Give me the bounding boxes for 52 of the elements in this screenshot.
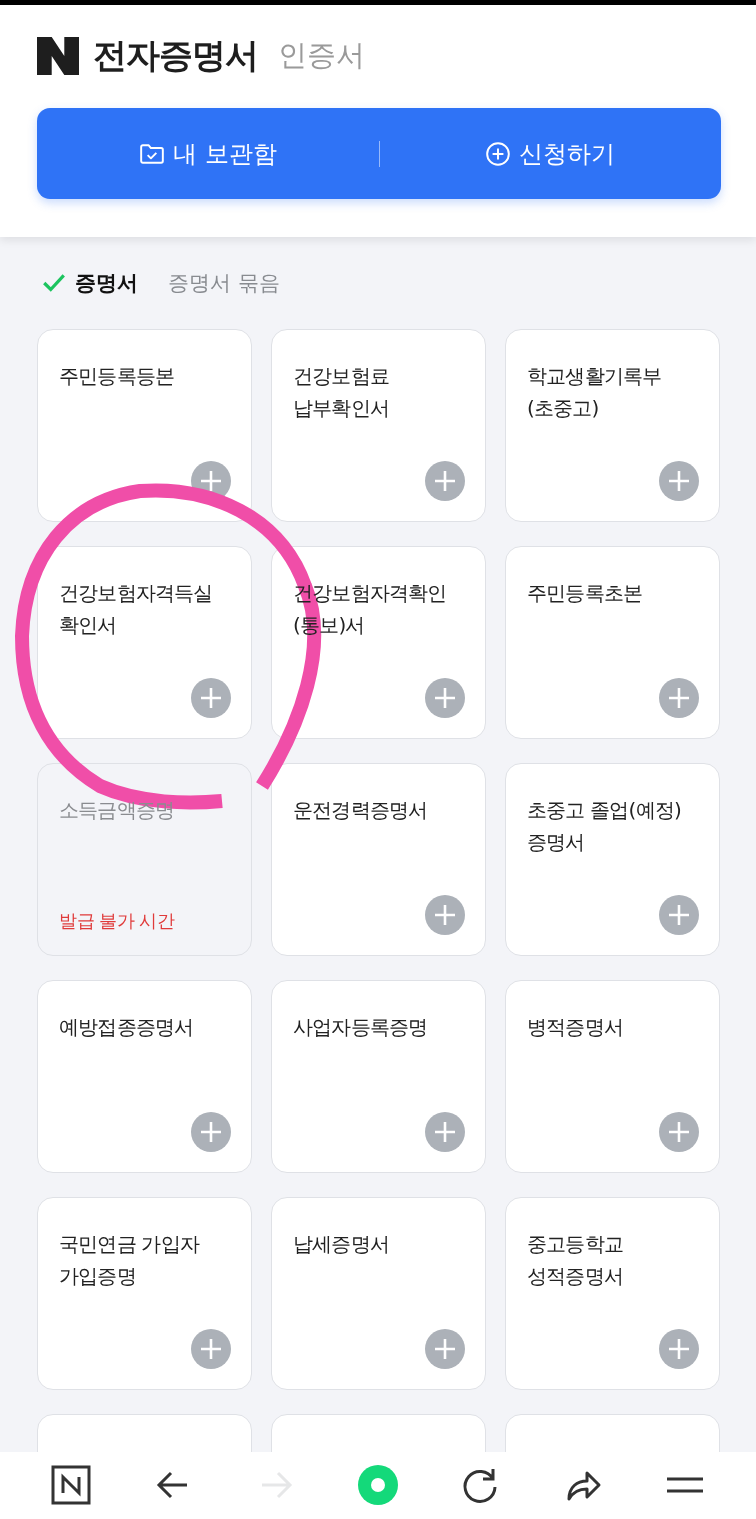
add-icon[interactable]: [659, 678, 699, 718]
certificate-card[interactable]: 중고등학교 성적증명서: [505, 1197, 720, 1390]
certificate-card[interactable]: 초중고 졸업(예정) 증명서: [505, 763, 720, 956]
add-icon[interactable]: [659, 1329, 699, 1369]
certificate-card[interactable]: 건강보험자격득실 확인서: [37, 546, 252, 739]
card-title: 건강보험자격득실 확인서: [59, 580, 214, 639]
card-title: 주민등록초본: [527, 580, 644, 607]
circle-nav-button[interactable]: [357, 1464, 399, 1507]
card-title: 중고등학교 성적증명서: [527, 1231, 624, 1290]
card-title: 운전경력증명서: [293, 797, 429, 824]
apply-button[interactable]: 신청하기: [379, 108, 721, 199]
certificate-card[interactable]: 예방접종증명서: [37, 980, 252, 1173]
certificate-card[interactable]: 주민등록등본: [37, 329, 252, 522]
add-icon[interactable]: [659, 461, 699, 501]
tab[interactable]: 증명서: [41, 269, 138, 297]
card-title: 주민등록등본: [59, 363, 176, 390]
add-icon[interactable]: [191, 678, 231, 718]
logo-icon: [37, 37, 79, 75]
page-subtitle: 인증서: [278, 37, 365, 74]
certificate-card[interactable]: 학교생활기록부 (초중고): [505, 329, 720, 522]
storage-button[interactable]: 내 보관함: [37, 108, 379, 199]
card-title: 국민연금 가입자 가입증명: [59, 1231, 201, 1290]
certificate-card[interactable]: 병적증명서: [505, 980, 720, 1173]
add-icon[interactable]: [191, 1112, 231, 1152]
home-icon: [51, 1464, 92, 1505]
add-icon[interactable]: [425, 678, 465, 718]
page-title: 전자증명서: [93, 34, 258, 77]
certificate-card[interactable]: 건강보험료 납부확인서: [271, 329, 486, 522]
add-icon[interactable]: [425, 895, 465, 935]
plus-circle-icon: [485, 140, 512, 167]
certificate-card[interactable]: 사업자등록증명: [271, 980, 486, 1173]
home-nav-button[interactable]: [50, 1464, 93, 1507]
add-icon[interactable]: [425, 1329, 465, 1369]
add-icon[interactable]: [425, 1112, 465, 1152]
card-title: 병적증명서: [527, 1014, 624, 1041]
card-title: 건강보험료 납부확인서: [293, 363, 390, 422]
card-title: 예방접종증명서: [59, 1014, 195, 1041]
card-title: 초중고 졸업(예정) 증명서: [527, 797, 682, 856]
certificate-card[interactable]: 국민연금 가입자 가입증명: [37, 1197, 252, 1390]
card-title: 소득금액증명: [59, 797, 176, 824]
status-text: 발급 불가 시간: [59, 909, 176, 933]
certificate-card[interactable]: 운전경력증명서: [271, 763, 486, 956]
certificate-card[interactable]: 납세증명서: [271, 1197, 486, 1390]
add-icon[interactable]: [425, 461, 465, 501]
circle-icon: [358, 1464, 398, 1505]
card-title: 사업자등록증명: [293, 1014, 429, 1041]
add-icon[interactable]: [659, 1112, 699, 1152]
add-icon[interactable]: [191, 1329, 231, 1369]
card-title: 납세증명서: [293, 1231, 390, 1258]
add-icon[interactable]: [659, 895, 699, 935]
card-title: 학교생활기록부 (초중고): [527, 363, 663, 422]
certificate-card[interactable]: 주민등록초본: [505, 546, 720, 739]
